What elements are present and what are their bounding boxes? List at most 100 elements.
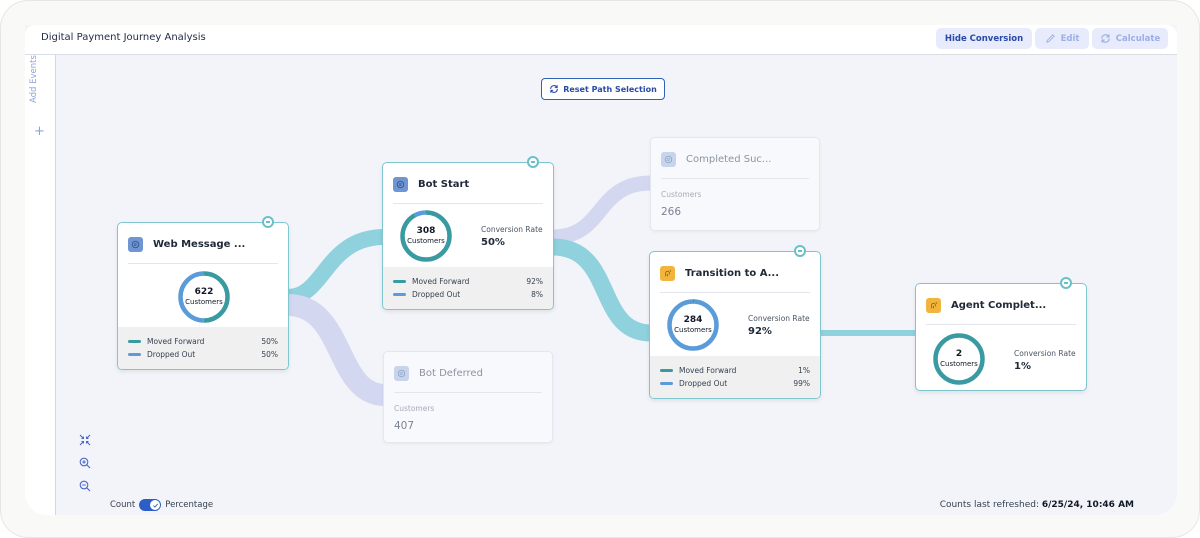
reset-path-selection-button[interactable]: Reset Path Selection: [541, 78, 665, 100]
forward-swatch: [128, 339, 141, 344]
toggle-knob: [150, 500, 161, 510]
divider: [926, 324, 1076, 325]
top-bar: Digital Payment Journey Analysis Hide Co…: [25, 25, 1177, 55]
customer-count: 266: [661, 206, 682, 218]
customer-count-label: Customers: [407, 236, 445, 245]
divider: [661, 178, 809, 179]
moved-forward-pct: 50%: [261, 337, 278, 346]
hide-conversion-button[interactable]: Hide Conversion: [936, 28, 1032, 49]
customer-count: 407: [394, 420, 415, 432]
link-web-to-bot-deferred[interactable]: [286, 294, 387, 406]
dropped-out-pct: 99%: [793, 379, 810, 388]
link-bot-start-to-transition[interactable]: [552, 238, 652, 342]
reset-label: Reset Path Selection: [563, 84, 657, 94]
node-name: Completed Suc...: [686, 153, 772, 165]
customers-donut: 622 Customers: [177, 270, 231, 324]
refresh-icon: [550, 85, 559, 93]
add-events-button[interactable]: Add Events: [29, 43, 39, 103]
divider: [660, 292, 810, 293]
chat-icon: [128, 236, 143, 252]
window-frame: Digital Payment Journey Analysis Hide Co…: [0, 0, 1200, 538]
chat-icon: [661, 151, 676, 167]
forward-swatch: [660, 368, 673, 373]
fit-view-button[interactable]: [78, 433, 92, 447]
calculate-label: Calculate: [1115, 33, 1161, 44]
customers-donut: 284 Customers: [666, 298, 720, 352]
customers-donut: 308 Customers: [399, 209, 453, 263]
divider: [393, 203, 543, 204]
node-legend: Moved Forward 50% Dropped Out 50%: [118, 327, 288, 369]
node-legend: Moved Forward 92% Dropped Out 8%: [383, 267, 553, 309]
node-name: Agent Complet...: [951, 299, 1047, 311]
conversion-rate-label: Conversion Rate: [748, 314, 810, 323]
collapse-toggle[interactable]: [262, 216, 274, 228]
customer-count-label: Customers: [185, 297, 223, 306]
node-name: Web Message ...: [153, 238, 246, 250]
customer-count: 308: [416, 226, 436, 237]
node-legend: Moved Forward 1% Dropped Out 99%: [650, 356, 820, 398]
node-name: Transition to A...: [685, 267, 780, 279]
customers-label: Customers: [661, 190, 702, 199]
dropped-out-label: Dropped Out: [679, 379, 728, 388]
zoom-in-button[interactable]: [78, 456, 92, 470]
count-percentage-toggle: Count Percentage: [110, 499, 213, 511]
divider: [128, 263, 278, 264]
customer-count-label: Customers: [674, 325, 712, 334]
dropped-swatch: [128, 352, 141, 357]
customer-count: 284: [683, 315, 703, 326]
conversion-rate-label: Conversion Rate: [1014, 349, 1076, 358]
dropped-out-pct: 8%: [531, 290, 543, 299]
edit-label: Edit: [1060, 33, 1080, 44]
moved-forward-label: Moved Forward: [679, 366, 737, 375]
conversion-rate-value: 50%: [481, 237, 505, 248]
count-label: Count: [110, 500, 136, 510]
pencil-icon: [1045, 34, 1055, 43]
customers-donut: 2 Customers: [932, 332, 986, 386]
dropped-out-pct: 50%: [261, 350, 278, 359]
forward-swatch: [393, 279, 406, 284]
conversion-rate-value: 1%: [1014, 361, 1031, 372]
chat-icon: [393, 176, 408, 192]
percentage-label: Percentage: [165, 500, 214, 510]
check-icon: [152, 503, 158, 508]
customers-label: Customers: [394, 404, 435, 413]
sidebar: Add Events +: [25, 55, 56, 515]
dropped-swatch: [660, 381, 673, 386]
refreshed-value: 6/25/24, 10:46 AM: [1041, 500, 1134, 510]
node-bot-start[interactable]: Bot Start 308 Customers Conversion Rate 5…: [382, 156, 554, 310]
zoom-tools: [78, 433, 92, 502]
collapse-toggle[interactable]: [527, 156, 539, 168]
toggle-switch[interactable]: [139, 499, 162, 511]
agent-icon: [660, 265, 675, 281]
node-bot-deferred[interactable]: Bot Deferred Customers 407: [383, 351, 553, 443]
collapse-arrows-icon: [79, 434, 91, 446]
refreshed-label: Counts last refreshed:: [939, 500, 1039, 510]
divider: [394, 392, 542, 393]
edit-button[interactable]: Edit: [1035, 28, 1089, 49]
node-transition[interactable]: Transition to A... 284 Customers Conversi…: [649, 245, 821, 399]
customer-count: 2: [955, 349, 963, 360]
calculate-button[interactable]: Calculate: [1092, 28, 1168, 49]
collapse-toggle[interactable]: [1060, 277, 1072, 289]
node-completed[interactable]: Completed Suc... Customers 266: [650, 137, 820, 231]
node-agent-complete[interactable]: Agent Complet... 2 Customers Conversion R…: [915, 277, 1087, 391]
node-web-message[interactable]: Web Message ... 622 Customers Moved Forwa…: [117, 216, 289, 370]
collapse-toggle[interactable]: [794, 245, 806, 257]
moved-forward-label: Moved Forward: [412, 277, 470, 286]
plus-icon[interactable]: +: [34, 125, 45, 138]
node-name: Bot Start: [418, 178, 470, 190]
zoom-out-button[interactable]: [78, 479, 92, 493]
link-bot-start-to-completed[interactable]: [552, 175, 652, 245]
customer-count: 622: [194, 287, 214, 298]
agent-icon: [926, 297, 941, 313]
link-web-to-bot-start[interactable]: [287, 229, 386, 305]
zoom-in-icon: [79, 457, 91, 469]
dropped-out-label: Dropped Out: [147, 350, 196, 359]
customer-count-label: Customers: [940, 359, 978, 368]
moved-forward-pct: 1%: [798, 366, 810, 375]
conversion-rate-label: Conversion Rate: [481, 225, 543, 234]
journey-app: Digital Payment Journey Analysis Hide Co…: [25, 25, 1177, 515]
last-refreshed: Counts last refreshed: 6/25/24, 10:46 AM: [940, 500, 1134, 510]
refresh-icon: [1101, 34, 1110, 43]
moved-forward-label: Moved Forward: [147, 337, 205, 346]
